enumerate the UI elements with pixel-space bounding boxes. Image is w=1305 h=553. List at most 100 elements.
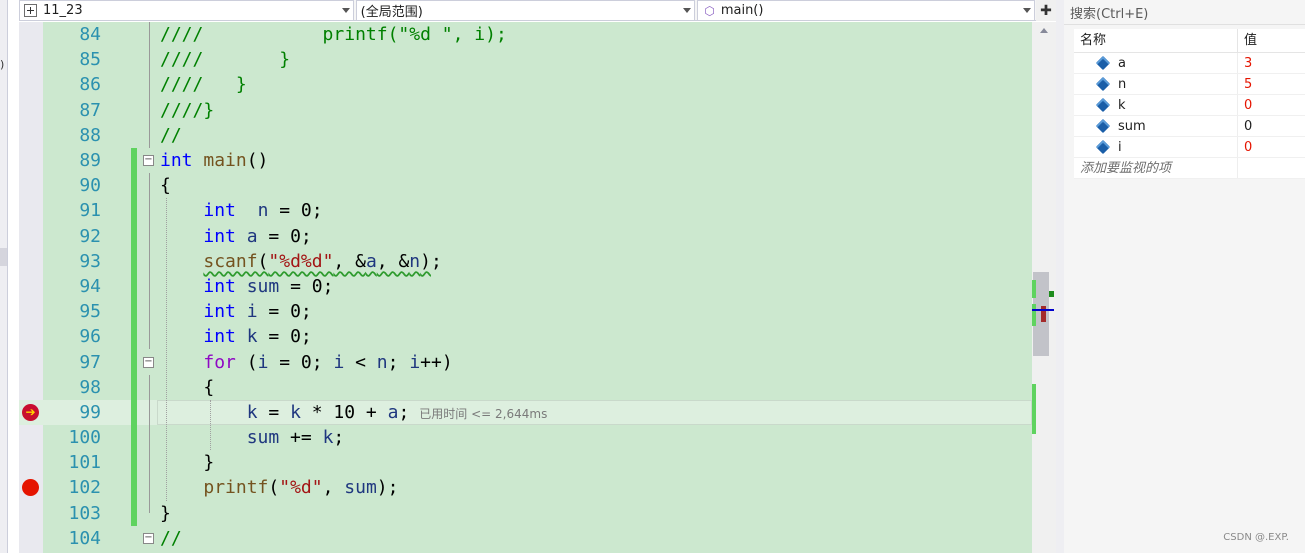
fold-guide xyxy=(149,47,150,73)
project-dropdown[interactable]: 11_23 xyxy=(19,0,354,21)
code-line[interactable]: 90 { xyxy=(19,173,1032,199)
code-line[interactable]: 100 sum += k; xyxy=(19,425,1032,451)
code-line[interactable]: 89 − int main() xyxy=(19,147,1032,174)
fold-guide xyxy=(149,22,150,48)
line-number: 101 xyxy=(68,452,101,474)
watch-name: n xyxy=(1118,76,1127,92)
fold-guide xyxy=(149,299,150,325)
watch-row[interactable]: k0 xyxy=(1074,95,1305,116)
line-number: 104 xyxy=(68,527,101,549)
collapse-toggle-icon[interactable]: − xyxy=(143,155,154,167)
code-text[interactable]: int i = 0; xyxy=(160,301,311,322)
watch-name-cell[interactable]: k xyxy=(1074,95,1238,115)
watch-value[interactable]: 5 xyxy=(1238,74,1305,94)
code-text[interactable]: int n = 0; xyxy=(160,200,322,221)
watch-row[interactable]: sum 0 xyxy=(1074,116,1305,137)
function-dropdown[interactable]: ⬡ main() xyxy=(697,0,1036,21)
code-editor[interactable]: 84//// printf("%d ", i); 85//// } 86//// }… xyxy=(19,22,1056,553)
function-icon: ⬡ xyxy=(704,3,715,18)
watch-row[interactable]: n5 xyxy=(1074,74,1305,95)
change-indicator xyxy=(131,223,137,249)
change-indicator xyxy=(131,324,137,350)
breakpoint-icon[interactable] xyxy=(22,479,39,497)
panel-splitter[interactable] xyxy=(1056,0,1064,553)
scope-dropdown[interactable]: (全局范围) xyxy=(355,0,696,21)
current-statement-arrow-icon[interactable]: ➔ xyxy=(22,403,39,421)
fold-guide xyxy=(149,72,150,98)
code-line[interactable]: 103} xyxy=(19,500,1032,526)
collapse-toggle-icon[interactable]: − xyxy=(143,356,154,368)
code-text[interactable]: { xyxy=(160,175,171,196)
code-text[interactable]: { xyxy=(160,377,214,398)
code-text[interactable]: //// } xyxy=(160,49,290,70)
code-line[interactable]: 102 printf("%d", sum); xyxy=(19,475,1032,501)
split-editor-button[interactable]: ✚ xyxy=(1036,0,1056,21)
change-marker xyxy=(1032,304,1036,326)
code-text[interactable]: //// printf("%d ", i); xyxy=(160,24,507,45)
code-text[interactable]: for (i = 0; i < n; i++) xyxy=(160,352,452,373)
code-line[interactable]: 84 //// printf("%d ", i); xyxy=(19,22,1032,48)
code-text[interactable]: // xyxy=(160,125,182,146)
line-number: 88 xyxy=(79,124,101,146)
column-header-name[interactable]: 名称 xyxy=(1074,29,1238,52)
line-number: 89 xyxy=(79,150,101,172)
code-line[interactable]: 92 int a = 0; xyxy=(19,223,1032,249)
collapse-toggle-icon[interactable]: − xyxy=(143,532,154,544)
watch-value[interactable]: 0 xyxy=(1238,137,1305,157)
code-line[interactable]: 94 int sum = 0; xyxy=(19,273,1032,300)
code-text[interactable]: printf("%d", sum); xyxy=(160,477,398,498)
fold-guide xyxy=(149,450,150,476)
vertical-scrollbar[interactable] xyxy=(1032,22,1056,553)
code-text[interactable]: } xyxy=(160,503,171,524)
code-line[interactable]: ➔ 99 k = k * 10 + a; 已用时间 <= 2,644ms xyxy=(19,399,1032,426)
watch-table: 名称 值 a 3 n 5 k 0 sum 0 i 0 添加要监视的项 xyxy=(1074,29,1305,179)
watch-value[interactable]: 0 xyxy=(1238,95,1305,115)
watch-row[interactable]: a3 xyxy=(1074,53,1305,74)
code-text[interactable]: int sum = 0; xyxy=(160,276,333,297)
marker xyxy=(1049,291,1054,297)
strip-tab[interactable] xyxy=(0,248,7,266)
scroll-up-arrow-icon[interactable] xyxy=(1040,28,1048,33)
line-number: 90 xyxy=(79,175,101,197)
change-marker xyxy=(1032,280,1036,298)
code-line[interactable]: 87 ////} xyxy=(19,97,1032,123)
left-tool-strip: ) xyxy=(0,0,8,553)
code-text[interactable]: ////} xyxy=(160,100,214,121)
watch-name-cell[interactable]: n xyxy=(1074,74,1238,94)
code-line[interactable]: 88 // xyxy=(19,122,1032,148)
code-line[interactable]: 96 int k = 0; xyxy=(19,324,1032,350)
watch-name-cell[interactable]: i xyxy=(1074,137,1238,157)
code-line[interactable]: 86 //// } xyxy=(19,72,1032,98)
code-text[interactable]: int main() xyxy=(160,150,268,171)
code-text[interactable]: } xyxy=(160,452,214,473)
code-text[interactable]: //// } xyxy=(160,74,247,95)
watch-name-cell[interactable]: sum xyxy=(1074,116,1238,136)
add-watch-row[interactable]: 添加要监视的项 xyxy=(1074,158,1305,179)
watch-search-input[interactable]: 搜索(Ctrl+E) xyxy=(1064,0,1305,25)
watch-name-cell[interactable]: a xyxy=(1074,53,1238,73)
code-line[interactable]: 104 −// xyxy=(19,526,1032,551)
code-text[interactable]: scanf("%d%d", &a, &n); xyxy=(160,251,441,272)
code-line[interactable]: 101 } xyxy=(19,450,1032,476)
code-text[interactable]: int k = 0; xyxy=(160,326,311,347)
code-text[interactable]: k = k * 10 + a; 已用时间 <= 2,644ms xyxy=(160,402,548,423)
code-line[interactable]: 95 int i = 0; xyxy=(19,299,1032,325)
line-number: 103 xyxy=(68,502,101,524)
code-line[interactable]: 98 { xyxy=(19,374,1032,400)
code-text[interactable]: sum += k; xyxy=(160,427,345,448)
code-line[interactable]: 91 int n = 0; xyxy=(19,198,1032,224)
watch-row[interactable]: i0 xyxy=(1074,137,1305,158)
code-line[interactable]: 93 scanf("%d%d", &a, &n); xyxy=(19,248,1032,274)
caret-marker xyxy=(1032,309,1054,311)
fold-guide xyxy=(149,223,150,249)
code-text[interactable]: // xyxy=(160,528,182,549)
code-line[interactable]: 97 − for (i = 0; i < n; i++) xyxy=(19,349,1032,375)
code-line[interactable]: 85 //// } xyxy=(19,47,1032,73)
code-text[interactable]: int a = 0; xyxy=(160,226,311,247)
column-header-value[interactable]: 值 xyxy=(1238,29,1305,52)
watch-value[interactable]: 0 xyxy=(1238,116,1305,136)
add-watch-placeholder[interactable]: 添加要监视的项 xyxy=(1074,158,1238,178)
project-label: 11_23 xyxy=(43,3,83,18)
change-indicator xyxy=(131,450,137,476)
watch-value[interactable]: 3 xyxy=(1238,53,1305,73)
